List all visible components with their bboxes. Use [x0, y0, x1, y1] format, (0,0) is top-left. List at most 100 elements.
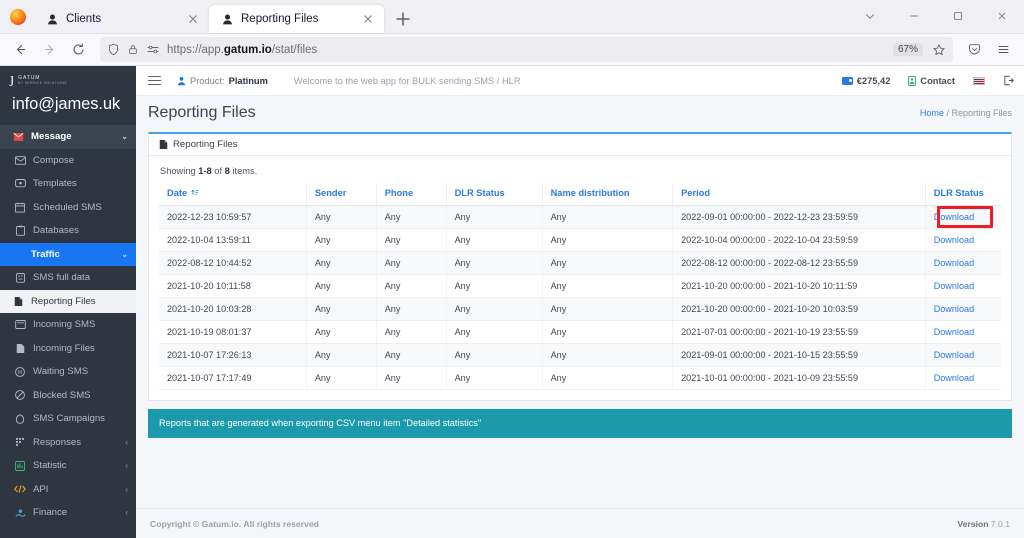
- language-selector[interactable]: [973, 76, 985, 85]
- sidebar-item-api[interactable]: API ‹: [0, 478, 136, 502]
- sidebar-item-incoming-sms[interactable]: Incoming SMS: [0, 313, 136, 337]
- sidebar-item-label: API: [33, 483, 49, 495]
- breadcrumb-home[interactable]: Home: [920, 108, 944, 118]
- download-link[interactable]: Download: [934, 327, 974, 337]
- sidebar-item-compose[interactable]: Compose: [0, 149, 136, 173]
- tab-close-icon[interactable]: [360, 11, 376, 27]
- sidebar-item-blocked-sms[interactable]: Blocked SMS: [0, 384, 136, 408]
- cell-name-distribution: Any: [542, 343, 674, 367]
- sidebar-item-finance[interactable]: Finance ‹: [0, 501, 136, 525]
- firefox-logo-icon: [10, 9, 26, 25]
- maximize-button[interactable]: [936, 1, 980, 31]
- sidebar-item-templates[interactable]: Templates: [0, 172, 136, 196]
- sidebar-item-label: Statistic: [33, 460, 67, 472]
- permissions-icon[interactable]: [146, 43, 160, 56]
- site-favicon-icon: [48, 14, 57, 24]
- chevron-left-icon: ‹: [125, 461, 128, 471]
- sidebar-toggle-icon[interactable]: [148, 75, 161, 86]
- new-tab-icon[interactable]: [390, 6, 416, 32]
- cell-sender: Any: [306, 366, 377, 390]
- chevron-down-icon: ⌄: [121, 249, 128, 259]
- cell-date: 2022-12-23 10:59:57: [159, 205, 307, 229]
- showing-total: 8: [224, 166, 230, 176]
- sidebar-item-sms-campaigns[interactable]: SMS Campaigns: [0, 407, 136, 431]
- cell-period: 2021-09-01 00:00:00 - 2021-10-15 23:55:5…: [672, 343, 926, 367]
- sidebar-item-sms-full-data[interactable]: SMS full data: [0, 266, 136, 290]
- finance-icon: [14, 508, 26, 518]
- download-link[interactable]: Download: [934, 350, 974, 360]
- table-header-phone-2[interactable]: Phone: [376, 183, 447, 206]
- download-link[interactable]: Download: [934, 281, 974, 291]
- logo-subtitle: BY SERVICE SOLUTIONS: [18, 80, 67, 85]
- app-logo[interactable]: ȷ GATUM BY SERVICE SOLUTIONS: [0, 66, 136, 88]
- sidebar-item-traffic[interactable]: Traffic ⌄: [0, 242, 136, 266]
- cell-date: 2022-08-12 10:44:52: [159, 251, 307, 275]
- minimize-button[interactable]: [892, 1, 936, 31]
- cell-date: 2021-10-07 17:26:13: [159, 343, 307, 367]
- wallet-icon: [841, 76, 853, 85]
- download-link[interactable]: Download: [934, 258, 974, 268]
- table-header-dlr-status-6[interactable]: DLR Status: [925, 183, 1001, 206]
- page-header: Reporting Files Home / Reporting Files: [136, 96, 1024, 130]
- user-email: info@james.uk: [12, 95, 121, 113]
- address-bar[interactable]: https://app.gatum.io/stat/files 67%: [100, 37, 953, 62]
- table-header-name-distribution-4[interactable]: Name distribution: [542, 183, 674, 206]
- table-header-date-0[interactable]: Date: [159, 183, 307, 206]
- product-indicator: Product: Platinum: [177, 76, 268, 86]
- sidebar-item-scheduled-sms[interactable]: Scheduled SMS: [0, 196, 136, 220]
- table-header-dlr-status-3[interactable]: DLR Status: [446, 183, 543, 206]
- pocket-save-icon[interactable]: [961, 36, 988, 63]
- sidebar-item-statistic[interactable]: Statistic ‹: [0, 454, 136, 478]
- cell-date: 2021-10-07 17:17:49: [159, 366, 307, 390]
- balance-indicator[interactable]: €275,42: [841, 75, 891, 86]
- app-menu-icon[interactable]: [990, 36, 1017, 63]
- campaign-icon: [14, 413, 26, 424]
- file-report-icon: [159, 140, 168, 149]
- chevron-left-icon: ‹: [125, 437, 128, 447]
- code-icon: [14, 484, 26, 494]
- sidebar-item-responses[interactable]: Responses ‹: [0, 431, 136, 455]
- sidebar-item-label: Waiting SMS: [33, 366, 89, 378]
- browser-tab-clients[interactable]: Clients: [34, 5, 209, 33]
- download-link[interactable]: Download: [934, 212, 974, 222]
- logout-button[interactable]: [1003, 75, 1014, 86]
- contact-link[interactable]: Contact: [908, 76, 955, 86]
- bookmark-star-icon[interactable]: [932, 43, 946, 57]
- cell-action: Download: [925, 228, 1001, 252]
- showing-range: 1-8: [198, 166, 212, 176]
- tab-list-chevron-icon[interactable]: [848, 1, 892, 31]
- sidebar-item-databases[interactable]: Databases: [0, 219, 136, 243]
- cell-name-distribution: Any: [542, 297, 674, 321]
- cell-sender: Any: [306, 274, 377, 298]
- back-button[interactable]: [7, 36, 34, 63]
- cell-phone: Any: [376, 320, 447, 344]
- sidebar-item-label: SMS Campaigns: [33, 413, 105, 425]
- balance-amount: €275,42: [856, 75, 891, 86]
- tab-close-icon[interactable]: [185, 11, 201, 27]
- download-link[interactable]: Download: [934, 235, 974, 245]
- table-header-label: DLR Status: [454, 188, 505, 198]
- cell-date: 2022-10-04 13:59:11: [159, 228, 307, 252]
- sidebar-item-incoming-files[interactable]: Incoming Files: [0, 337, 136, 361]
- table-row: 2021-10-19 08:01:37 Any Any Any Any 2021-07-0…: [159, 320, 1001, 344]
- sidebar-item-label: Templates: [33, 178, 77, 190]
- browser-tab-reporting-files[interactable]: Reporting Files: [209, 5, 384, 33]
- table-header-period-5[interactable]: Period: [672, 183, 926, 206]
- file-report-icon: [12, 296, 24, 307]
- cell-name-distribution: Any: [542, 205, 674, 229]
- close-window-button[interactable]: [980, 1, 1024, 31]
- table-header: Date Sender Phone DLR Status Name distributi…: [159, 183, 1001, 206]
- reload-button[interactable]: [65, 36, 92, 63]
- sidebar-item-waiting-sms[interactable]: Waiting SMS: [0, 360, 136, 384]
- cell-period: 2021-10-20 00:00:00 - 2021-10-20 10:11:5…: [672, 274, 926, 298]
- zoom-level-badge[interactable]: 67%: [892, 43, 923, 56]
- sidebar-item-message[interactable]: Message ⌄: [0, 125, 136, 149]
- cell-phone: Any: [376, 366, 447, 390]
- download-link[interactable]: Download: [934, 304, 974, 314]
- sidebar-item-reporting-files[interactable]: Reporting Files: [0, 289, 136, 313]
- table-header-sender-1[interactable]: Sender: [306, 183, 377, 206]
- welcome-text: Welcome to the web app for BULK sending …: [293, 75, 521, 86]
- download-link[interactable]: Download: [934, 373, 974, 383]
- gatum-logo-icon: ȷ: [10, 71, 15, 87]
- forward-button[interactable]: [36, 36, 63, 63]
